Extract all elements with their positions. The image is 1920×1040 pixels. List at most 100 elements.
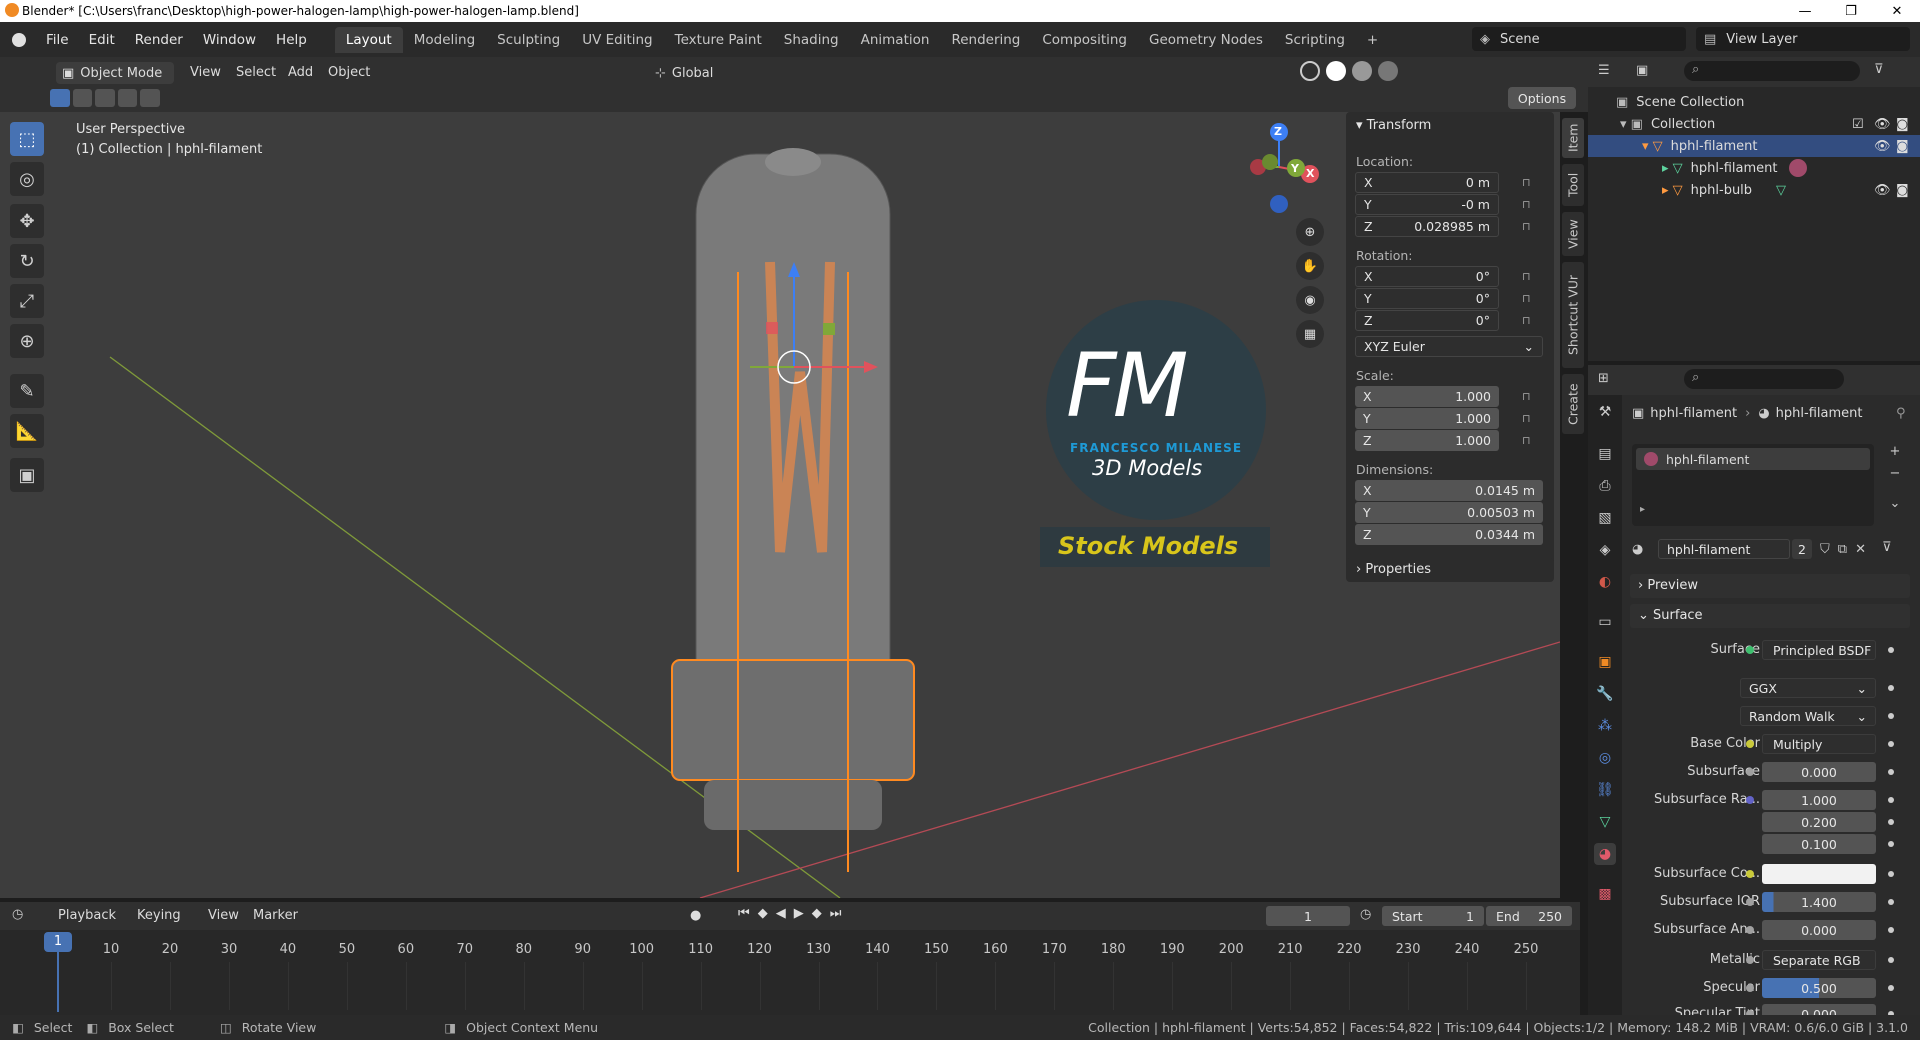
start-frame-field[interactable]: Start 1 bbox=[1382, 906, 1484, 926]
end-frame-field[interactable]: End 250 bbox=[1486, 906, 1572, 926]
socket-dot-icon[interactable] bbox=[1746, 796, 1754, 804]
texture-tab-icon[interactable]: ▩ bbox=[1594, 883, 1616, 905]
keyframe-dot-icon[interactable] bbox=[1888, 819, 1894, 825]
dimensions-x-field[interactable]: X 0.0145 m bbox=[1355, 480, 1543, 501]
rendered-shading-icon[interactable] bbox=[1378, 61, 1398, 81]
keyframe-dot-icon[interactable] bbox=[1888, 985, 1894, 991]
eye-icon[interactable]: 👁 bbox=[1874, 139, 1891, 154]
fake-user-icon[interactable]: ⛉ bbox=[1820, 542, 1830, 557]
play-reverse-icon[interactable]: ◀ bbox=[776, 906, 786, 921]
location-z-field[interactable]: Z 0.028985 m bbox=[1355, 216, 1499, 237]
physics-tab-icon[interactable]: ◎ bbox=[1594, 747, 1616, 769]
socket-dot-icon[interactable] bbox=[1746, 870, 1754, 878]
socket-dot-icon[interactable] bbox=[1746, 956, 1754, 964]
slider-field[interactable]: 0.500 bbox=[1762, 978, 1876, 998]
outliner-row-filament-mesh[interactable]: ▸ ▽ hphl-filament bbox=[1588, 157, 1920, 179]
tab-shortcut-vur[interactable]: Shortcut VUr bbox=[1562, 262, 1584, 368]
keyframe-dot-icon[interactable] bbox=[1888, 741, 1894, 747]
material-name-field[interactable]: hphl-filament bbox=[1658, 539, 1790, 559]
pin-icon[interactable]: ⚲ bbox=[1896, 406, 1906, 421]
keyframe-dot-icon[interactable] bbox=[1888, 957, 1894, 963]
outliner-row-collection[interactable]: ▾ ▣ Collection ☑ 👁 ◙ bbox=[1588, 113, 1920, 135]
unlink-icon[interactable]: ✕ bbox=[1855, 542, 1866, 557]
select-new-icon[interactable] bbox=[50, 89, 70, 107]
select-intersect-icon[interactable] bbox=[140, 89, 160, 107]
tab-animation[interactable]: Animation bbox=[850, 27, 941, 53]
mode-selector[interactable]: ▣ Object Mode bbox=[56, 62, 174, 84]
blender-menu-icon[interactable] bbox=[12, 32, 26, 47]
tab-compositing[interactable]: Compositing bbox=[1031, 27, 1138, 53]
select-extend-icon[interactable] bbox=[72, 89, 93, 107]
jump-end-icon[interactable]: ⏭ bbox=[830, 906, 842, 921]
properties-editor-icon[interactable]: ⊞ bbox=[1598, 371, 1609, 386]
linked-node-field[interactable]: Principled BSDF bbox=[1762, 640, 1876, 660]
camera-icon[interactable]: ◙ bbox=[1896, 183, 1909, 198]
menu-add[interactable]: Add bbox=[288, 65, 313, 80]
wireframe-shading-icon[interactable] bbox=[1300, 61, 1320, 81]
lock-icon[interactable]: ⊓ bbox=[1522, 198, 1538, 212]
dropdown-field[interactable]: GGX ⌄ bbox=[1740, 678, 1876, 698]
keyframe-dot-icon[interactable] bbox=[1888, 871, 1894, 877]
menu-marker[interactable]: Marker bbox=[253, 908, 298, 923]
tab-rendering[interactable]: Rendering bbox=[940, 27, 1031, 53]
data-tab-icon[interactable]: ▽ bbox=[1594, 811, 1616, 833]
orientation-selector[interactable]: ⊹ Global bbox=[655, 62, 743, 84]
keyframe-dot-icon[interactable] bbox=[1888, 841, 1894, 847]
camera-icon[interactable]: ◙ bbox=[1896, 117, 1909, 132]
keyframe-dot-icon[interactable] bbox=[1888, 797, 1894, 803]
preview-range-icon[interactable]: ◷ bbox=[1360, 907, 1371, 922]
scale-y-field[interactable]: Y 1.000 bbox=[1355, 408, 1499, 429]
menu-view[interactable]: View bbox=[190, 65, 221, 80]
rotation-z-field[interactable]: Z 0° bbox=[1355, 310, 1499, 331]
rotate-tool-icon[interactable]: ↻ bbox=[10, 244, 44, 278]
menu-playback[interactable]: Playback bbox=[58, 908, 116, 923]
socket-dot-icon[interactable] bbox=[1746, 768, 1754, 776]
material-shading-icon[interactable] bbox=[1352, 61, 1372, 81]
measure-tool-icon[interactable]: 📐 bbox=[10, 414, 44, 448]
lock-icon[interactable]: ⊓ bbox=[1522, 176, 1538, 190]
filter-icon[interactable]: ⊽ bbox=[1882, 540, 1892, 555]
material-slot-item[interactable]: hphl-filament bbox=[1636, 448, 1870, 470]
timeline-editor-icon[interactable]: ◷ bbox=[12, 907, 23, 922]
menu-keying[interactable]: Keying bbox=[137, 908, 181, 923]
surface-panel-header[interactable]: ⌄ Surface bbox=[1630, 604, 1910, 628]
tool-tab-icon[interactable]: ⚒ bbox=[1594, 401, 1616, 423]
checkbox-icon[interactable]: ☑ bbox=[1852, 117, 1864, 132]
lock-icon[interactable]: ⊓ bbox=[1522, 390, 1538, 404]
outliner-row-hphl-bulb[interactable]: ▸ ▽ hphl-bulb ▽ 👁 ◙ bbox=[1588, 179, 1920, 201]
output-tab-icon[interactable]: ⎙ bbox=[1594, 475, 1616, 497]
select-invert-icon[interactable] bbox=[117, 89, 138, 107]
ortho-grid-icon[interactable]: ▦ bbox=[1296, 320, 1324, 348]
expand-icon[interactable]: ▸ bbox=[1640, 504, 1645, 515]
tab-create[interactable]: Create bbox=[1562, 374, 1584, 434]
camera-icon[interactable]: ◙ bbox=[1896, 139, 1909, 154]
user-count[interactable]: 2 bbox=[1792, 539, 1812, 559]
number-field[interactable]: 0.000 bbox=[1762, 920, 1876, 940]
view-layer-selector[interactable]: ▤ View Layer bbox=[1696, 27, 1910, 51]
view-layer-tab-icon[interactable]: ▧ bbox=[1594, 507, 1616, 529]
select-box-tool-icon[interactable]: ⬚ bbox=[10, 122, 44, 156]
menu-help[interactable]: Help bbox=[266, 32, 317, 48]
properties-panel-header[interactable]: › Properties bbox=[1346, 558, 1554, 582]
scale-tool-icon[interactable]: ⤢ bbox=[10, 284, 44, 318]
outliner-row-scene-collection[interactable]: ▣ Scene Collection bbox=[1588, 91, 1920, 113]
camera-view-icon[interactable]: ◉ bbox=[1296, 286, 1324, 314]
playhead[interactable] bbox=[57, 942, 59, 1012]
object-tab-icon[interactable]: ▣ bbox=[1594, 651, 1616, 673]
playhead-frame[interactable]: 1 bbox=[44, 932, 72, 952]
dimensions-z-field[interactable]: Z 0.0344 m bbox=[1355, 524, 1543, 545]
render-tab-icon[interactable]: ▤ bbox=[1594, 443, 1616, 465]
menu-render[interactable]: Render bbox=[125, 32, 193, 48]
collection-tab-icon[interactable]: ▭ bbox=[1594, 611, 1616, 633]
socket-dot-icon[interactable] bbox=[1746, 898, 1754, 906]
jump-start-icon[interactable]: ⏮ bbox=[738, 906, 750, 921]
menu-file[interactable]: File bbox=[36, 32, 79, 48]
linked-node-field[interactable]: Separate RGB bbox=[1762, 950, 1876, 970]
pan-hand-icon[interactable]: ✋ bbox=[1296, 252, 1324, 280]
tab-sculpting[interactable]: Sculpting bbox=[486, 27, 571, 53]
tab-shading[interactable]: Shading bbox=[773, 27, 850, 53]
next-keyframe-icon[interactable]: ◆ bbox=[812, 906, 822, 921]
keyframe-dot-icon[interactable] bbox=[1888, 647, 1894, 653]
material-tab-icon[interactable]: ◕ bbox=[1594, 843, 1616, 865]
outliner-editor-icon[interactable]: ☰ bbox=[1598, 63, 1610, 78]
